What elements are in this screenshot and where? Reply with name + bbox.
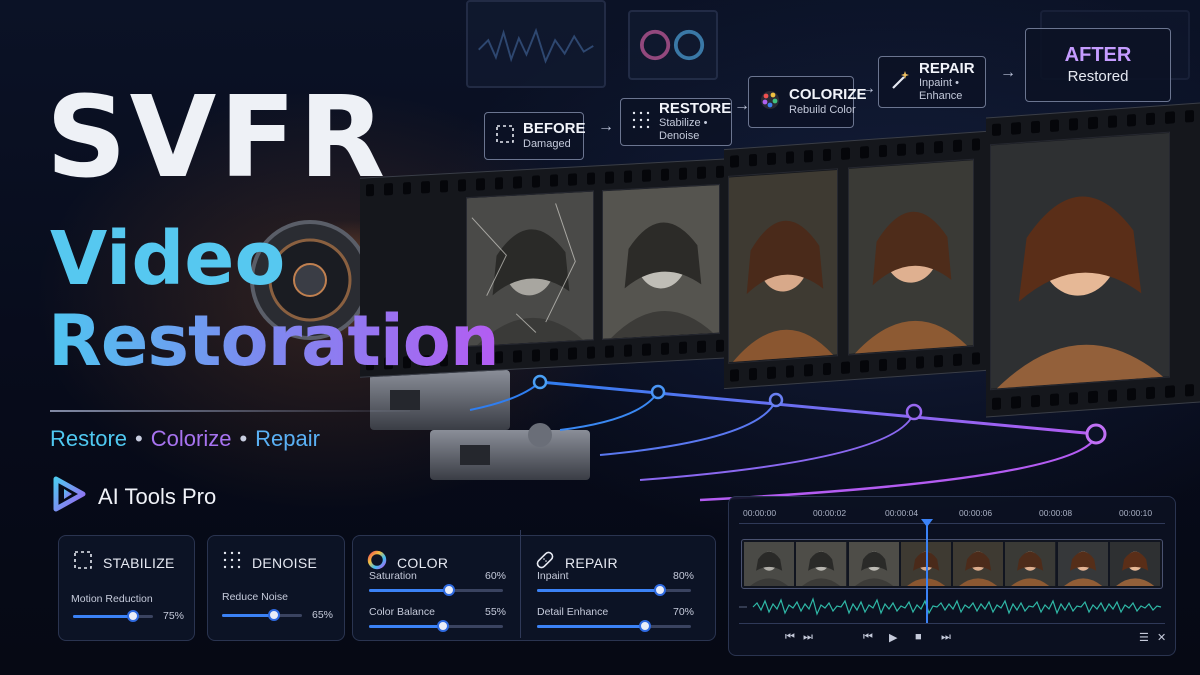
clip-thumbnail [1005, 542, 1056, 586]
panel-denoise: DENOISE Reduce Noise 65% [207, 535, 345, 641]
control-value: 70% [673, 606, 695, 618]
slider-saturation[interactable] [369, 584, 503, 596]
menu-icon[interactable]: ☰ [1139, 631, 1149, 644]
clip-thumbnail [953, 542, 1004, 586]
play-button[interactable]: ▶ [889, 631, 897, 644]
title-svfr: SVFR [46, 73, 389, 203]
stage-subtitle: Damaged [523, 137, 571, 150]
slider-motion-reduction[interactable] [73, 610, 153, 622]
film-strip-middle [724, 130, 986, 390]
panel-title: REPAIR [565, 554, 618, 571]
control-label: Reduce Noise [222, 591, 288, 603]
tagline-repair: Repair [255, 426, 320, 451]
stage-subtitle: Rebuild Color [789, 103, 856, 116]
title-video: Video [50, 216, 286, 302]
brand: AI Tools Pro [50, 476, 216, 517]
dot-grid-icon [631, 110, 651, 135]
panel-stabilize: STABILIZE Motion Reduction 75% [58, 535, 195, 641]
brand-name: AI Tools Pro [98, 483, 217, 509]
stage-title: RESTORE [659, 99, 732, 117]
control-value: 55% [485, 606, 507, 618]
clip-thumbnail [1109, 542, 1160, 586]
background-monitor-waveform [466, 0, 606, 88]
pipeline-arrow: → [860, 80, 876, 97]
video-track[interactable] [741, 539, 1163, 589]
tagline-restore: Restore [50, 426, 128, 451]
control-label: Detail Enhance [537, 606, 609, 618]
pipeline-arrow: → [1000, 64, 1016, 81]
stage-title: REPAIR [919, 59, 975, 77]
timecode-label: 00:00:06 [959, 508, 993, 518]
timecode-label: 00:00:02 [813, 508, 847, 518]
magic-wand-icon [889, 69, 911, 96]
stage-subtitle: Inpaint • Enhance [919, 77, 963, 103]
clip-thumbnail [1057, 542, 1108, 586]
stage-title: AFTER [1064, 44, 1132, 66]
timecode-label: 00:00:10 [1119, 508, 1153, 518]
previous-frame-button[interactable]: ⏮ [785, 631, 795, 644]
skip-to-start-button[interactable]: ⏮ [863, 631, 873, 644]
film-strip-right [986, 102, 1200, 418]
stage-restore: RESTORE Stabilize • Denoise [620, 98, 732, 146]
panel-divider [520, 530, 521, 638]
title-restoration: Restoration [48, 300, 500, 382]
next-frame-button[interactable]: ⏭ [803, 631, 813, 644]
timeline-panel: 00:00:00 00:00:02 00:00:04 00:00:06 00:0… [728, 496, 1176, 656]
timecode-label: 00:00:08 [1039, 508, 1073, 518]
play-logo-icon [50, 476, 86, 517]
panel-title: COLOR [397, 554, 449, 571]
control-value: 65% [312, 609, 334, 621]
stage-before: BEFORE Damaged [484, 112, 586, 160]
stage-subtitle: Stabilize • Denoise [659, 117, 708, 143]
dot-grid-icon [222, 550, 242, 575]
tagline: Restore • Colorize • Repair [50, 426, 320, 452]
tagline-separator: • [239, 426, 248, 451]
pipeline-arrow: → [598, 118, 614, 135]
panel-title: DENOISE [252, 554, 318, 571]
background-monitor-color-wheels [628, 10, 718, 80]
control-value: 75% [163, 610, 185, 622]
frame-colorized [728, 168, 838, 364]
stage-repair: REPAIR Inpaint • Enhance [878, 56, 986, 108]
panel-title: STABILIZE [103, 554, 175, 571]
timeline-divider [739, 623, 1165, 624]
frame-restored-bw [602, 183, 720, 341]
slider-inpaint[interactable] [537, 584, 691, 596]
timeline-ruler[interactable] [739, 523, 1165, 524]
stop-button[interactable]: ■ [915, 631, 922, 643]
dashed-frame-icon [73, 550, 93, 575]
clip-thumbnail [796, 542, 847, 586]
slider-reduce-noise[interactable] [222, 609, 302, 621]
color-palette-icon [759, 89, 781, 116]
title-divider [50, 410, 410, 412]
playhead[interactable] [921, 519, 933, 623]
dashed-frame-icon [495, 124, 515, 149]
control-label: Inpaint [537, 570, 569, 582]
timecode-label: 00:00:04 [885, 508, 919, 518]
frame-after [990, 131, 1170, 391]
stage-colorize: COLORIZE Rebuild Color [748, 76, 867, 128]
stage-title: COLORIZE [789, 86, 867, 104]
clip-thumbnail [848, 542, 899, 586]
audio-waveform[interactable] [739, 595, 1165, 619]
stage-title: BEFORE [523, 120, 586, 138]
control-label: Color Balance [369, 606, 435, 618]
slider-detail-enhance[interactable] [537, 620, 691, 632]
stage-subtitle: Restored [1067, 68, 1129, 85]
tagline-colorize: Colorize [150, 426, 232, 451]
control-label: Motion Reduction [71, 593, 153, 605]
clip-thumbnail [744, 542, 795, 586]
tagline-separator: • [135, 426, 143, 451]
panel-color-repair: COLOR Saturation 60% Color Balance 55% R… [352, 535, 716, 641]
skip-to-end-button[interactable]: ⏭ [941, 631, 951, 644]
control-value: 60% [485, 570, 507, 582]
control-label: Saturation [369, 570, 417, 582]
close-icon[interactable]: ✕ [1157, 631, 1166, 644]
control-value: 80% [673, 570, 695, 582]
slider-color-balance[interactable] [369, 620, 503, 632]
timecode-label: 00:00:00 [743, 508, 777, 518]
stage-after: AFTER Restored [1025, 28, 1171, 102]
frame-repaired [848, 158, 974, 356]
